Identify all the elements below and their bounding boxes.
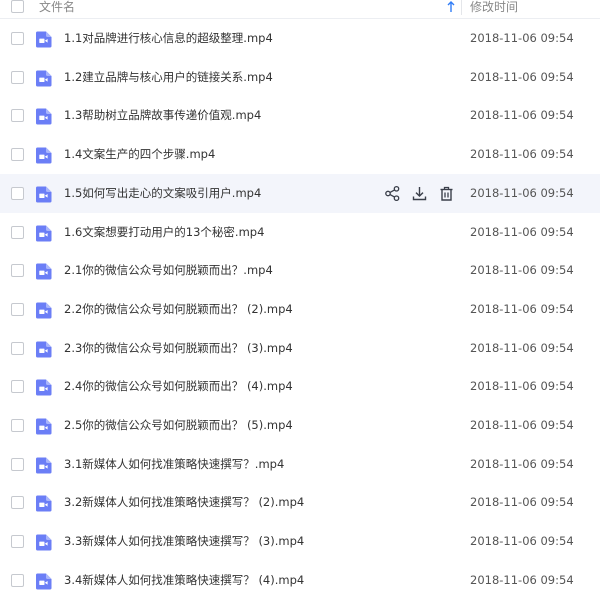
video-file-icon: [36, 457, 52, 474]
modified-time: 2018-11-06 09:54: [470, 147, 574, 162]
video-file-icon: [36, 70, 52, 87]
video-file-icon: [36, 418, 52, 435]
modified-time: 2018-11-06 09:54: [470, 224, 574, 239]
download-icon[interactable]: [411, 185, 428, 202]
row-checkbox[interactable]: [11, 225, 24, 239]
file-row[interactable]: 2.2你的微信公众号如何脱颖而出？ (2).mp4 2018-11-06 09:5…: [0, 290, 600, 329]
row-checkbox[interactable]: [11, 70, 24, 84]
row-checkbox[interactable]: [11, 148, 24, 162]
column-header-filename[interactable]: 文件名: [39, 0, 75, 14]
file-row[interactable]: 2.1你的微信公众号如何脱颖而出？.mp4 2018-11-06 09:54: [0, 251, 600, 290]
video-file-icon: [36, 108, 52, 125]
file-row[interactable]: 3.3新媒体人如何找准策略快速撰写？ (3).mp4 2018-11-06 09:…: [0, 522, 600, 561]
modified-time: 2018-11-06 09:54: [470, 263, 574, 278]
sort-arrow-up-icon[interactable]: [445, 0, 457, 14]
file-name[interactable]: 2.4你的微信公众号如何脱颖而出？ (4).mp4: [64, 379, 293, 394]
file-name[interactable]: 2.2你的微信公众号如何脱颖而出？ (2).mp4: [64, 302, 293, 317]
file-name[interactable]: 2.3你的微信公众号如何脱颖而出？ (3).mp4: [64, 341, 293, 356]
file-row[interactable]: 3.2新媒体人如何找准策略快速撰写？ (2).mp4 2018-11-06 09:…: [0, 483, 600, 522]
row-checkbox[interactable]: [11, 573, 24, 587]
row-checkbox[interactable]: [11, 419, 24, 432]
video-file-icon: [36, 147, 52, 164]
video-file-icon: [36, 263, 52, 280]
modified-time: 2018-11-06 09:54: [470, 108, 574, 123]
file-row[interactable]: 1.4文案生产的四个步骤.mp4 2018-11-06 09:54: [0, 135, 600, 174]
video-file-icon: [36, 302, 52, 319]
file-name[interactable]: 3.4新媒体人如何找准策略快速撰写？ (4).mp4: [64, 573, 304, 588]
file-name[interactable]: 1.2建立品牌与核心用户的链接关系.mp4: [64, 70, 273, 85]
row-checkbox[interactable]: [11, 264, 24, 278]
file-row[interactable]: 2.4你的微信公众号如何脱颖而出？ (4).mp4 2018-11-06 09:5…: [0, 367, 600, 406]
video-file-icon: [36, 225, 52, 241]
file-name[interactable]: 3.1新媒体人如何找准策略快速撰写？.mp4: [64, 457, 284, 472]
file-row[interactable]: 1.5如何写出走心的文案吸引用户.mp4 2018-11-06 09:54: [0, 173, 600, 213]
file-name[interactable]: 3.3新媒体人如何找准策略快速撰写？ (3).mp4: [64, 534, 304, 549]
file-name[interactable]: 1.4文案生产的四个步骤.mp4: [64, 147, 215, 162]
file-name[interactable]: 1.5如何写出走心的文案吸引用户.mp4: [64, 186, 261, 201]
row-checkbox[interactable]: [11, 302, 24, 316]
file-row[interactable]: 2.5你的微信公众号如何脱颖而出？ (5).mp4 2018-11-06 09:5…: [0, 406, 600, 445]
video-file-icon: [36, 495, 52, 512]
file-name[interactable]: 2.1你的微信公众号如何脱颖而出？.mp4: [64, 263, 273, 278]
row-checkbox[interactable]: [11, 535, 24, 549]
file-name[interactable]: 1.6文案想要打动用户的13个秘密.mp4: [64, 225, 264, 240]
video-file-icon: [36, 379, 52, 396]
modified-time: 2018-11-06 09:54: [470, 340, 574, 355]
modified-time: 2018-11-06 09:54: [470, 301, 574, 316]
video-file-icon: [36, 534, 52, 551]
modified-time: 2018-11-06 09:54: [470, 31, 574, 45]
file-row[interactable]: 1.6文案想要打动用户的13个秘密.mp4 2018-11-06 09:54: [0, 213, 600, 252]
column-header-modified-time[interactable]: 修改时间: [470, 0, 518, 14]
video-file-icon: [36, 186, 52, 203]
share-icon[interactable]: [384, 185, 401, 202]
modified-time: 2018-11-06 09:54: [470, 572, 574, 587]
modified-time: 2018-11-06 09:54: [470, 69, 574, 84]
row-checkbox[interactable]: [11, 457, 24, 471]
file-name[interactable]: 3.2新媒体人如何找准策略快速撰写？ (2).mp4: [64, 495, 304, 510]
video-file-icon: [36, 341, 52, 358]
row-checkbox[interactable]: [11, 380, 24, 394]
select-all-checkbox[interactable]: [11, 0, 24, 13]
row-checkbox[interactable]: [11, 186, 24, 200]
delete-icon[interactable]: [438, 185, 455, 202]
row-checkbox[interactable]: [11, 341, 24, 355]
video-file-icon: [36, 31, 52, 48]
modified-time: 2018-11-06 09:54: [470, 495, 574, 510]
video-file-icon: [36, 573, 52, 590]
file-row[interactable]: 3.4新媒体人如何找准策略快速撰写？ (4).mp4 2018-11-06 09:…: [0, 561, 600, 600]
modified-time: 2018-11-06 09:54: [470, 418, 574, 432]
modified-time: 2018-11-06 09:54: [470, 456, 574, 471]
row-checkbox[interactable]: [11, 32, 24, 45]
file-row[interactable]: 1.2建立品牌与核心用户的链接关系.mp4 2018-11-06 09:54: [0, 58, 600, 97]
row-checkbox[interactable]: [11, 496, 24, 510]
file-row[interactable]: 1.3帮助树立品牌故事传递价值观.mp4 2018-11-06 09:54: [0, 96, 600, 135]
file-row[interactable]: 1.1对品牌进行核心信息的超级整理.mp4 2018-11-06 09:54: [0, 19, 600, 58]
modified-time: 2018-11-06 09:54: [470, 379, 574, 394]
file-name[interactable]: 2.5你的微信公众号如何脱颖而出？ (5).mp4: [64, 418, 293, 433]
file-row[interactable]: 2.3你的微信公众号如何脱颖而出？ (3).mp4 2018-11-06 09:5…: [0, 329, 600, 368]
modified-time: 2018-11-06 09:54: [470, 185, 574, 200]
modified-time: 2018-11-06 09:54: [470, 534, 574, 549]
row-checkbox[interactable]: [11, 109, 24, 123]
column-divider: [461, 0, 462, 15]
file-name[interactable]: 1.3帮助树立品牌故事传递价值观.mp4: [64, 108, 261, 123]
file-row[interactable]: 3.1新媒体人如何找准策略快速撰写？.mp4 2018-11-06 09:54: [0, 445, 600, 484]
file-name[interactable]: 1.1对品牌进行核心信息的超级整理.mp4: [64, 31, 273, 46]
file-list-header: 文件名 修改时间: [0, 0, 600, 19]
